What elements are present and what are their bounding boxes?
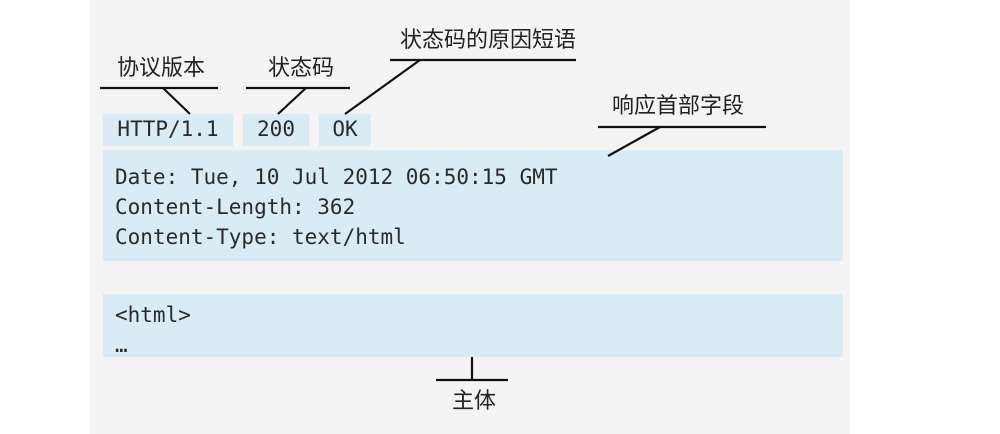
label-headers: 响应首部字段 bbox=[612, 94, 745, 119]
http-response-diagram: HTTP/1.1 200 OK Date: Tue, 10 Jul 2012 0… bbox=[0, 0, 1000, 434]
header-line: Date: Tue, 10 Jul 2012 06:50:15 GMT bbox=[115, 165, 558, 189]
headers-block: Date: Tue, 10 Jul 2012 06:50:15 GMT Cont… bbox=[103, 150, 843, 261]
status-code-text: 200 bbox=[257, 117, 295, 141]
label-reason-phrase: 状态码的原因短语 bbox=[400, 28, 577, 53]
body-line: <html> bbox=[115, 303, 191, 327]
reason-phrase-token: OK bbox=[319, 114, 371, 146]
version-token: HTTP/1.1 bbox=[103, 114, 233, 146]
status-code-token: 200 bbox=[243, 114, 309, 146]
body-block: <html> … bbox=[103, 294, 843, 357]
label-status-code: 状态码 bbox=[268, 56, 335, 81]
version-text: HTTP/1.1 bbox=[117, 117, 219, 141]
label-body: 主体 bbox=[452, 389, 497, 414]
header-line: Content-Length: 362 bbox=[115, 195, 356, 219]
header-line: Content-Type: text/html bbox=[115, 225, 406, 249]
body-line: … bbox=[115, 333, 128, 357]
reason-phrase-text: OK bbox=[332, 117, 358, 141]
label-version: 协议版本 bbox=[117, 56, 206, 81]
